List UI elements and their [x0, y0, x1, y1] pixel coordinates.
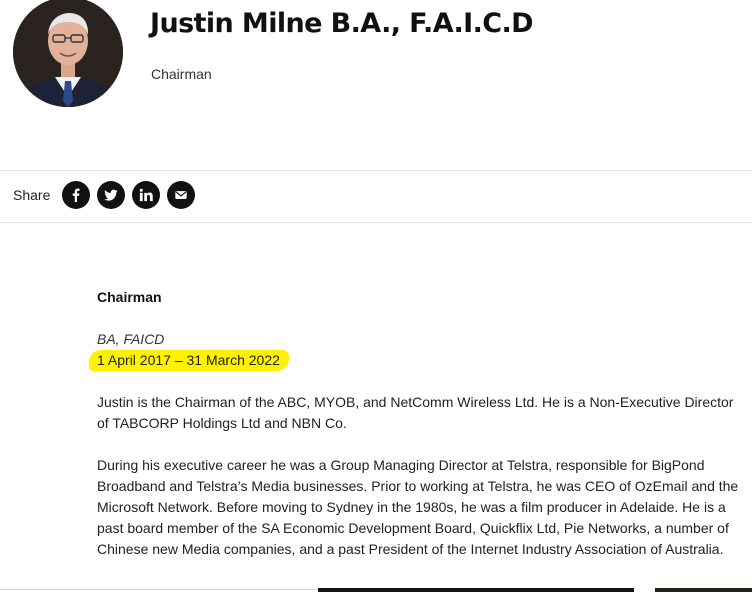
linkedin-icon	[140, 188, 154, 202]
bottom-divider	[0, 589, 318, 590]
portrait-image	[13, 0, 123, 107]
bio-paragraph-1: Justin is the Chairman of the ABC, MYOB,…	[97, 394, 734, 431]
bio-article: Chairman BA, FAICD 1 April 2017 – 31 Mar…	[89, 287, 742, 560]
bio-heading: Chairman	[97, 289, 162, 305]
avatar	[13, 0, 123, 107]
tenure-line: 1 April 2017 – 31 March 2022	[89, 350, 742, 371]
twitter-icon	[104, 189, 118, 201]
credentials: BA, FAICD	[97, 331, 165, 347]
share-facebook-button[interactable]	[62, 181, 91, 209]
tenure-highlight: 1 April 2017 – 31 March 2022	[89, 350, 289, 371]
share-twitter-button[interactable]	[97, 181, 126, 209]
email-icon	[175, 191, 188, 199]
share-linkedin-button[interactable]	[132, 181, 161, 209]
bio-paragraph-2: During his executive career he was a Gro…	[97, 457, 739, 557]
media-thumbnail	[655, 588, 752, 592]
divider-bottom	[0, 222, 752, 223]
share-label: Share	[13, 187, 51, 203]
share-bar: Share	[13, 181, 202, 209]
profile-role: Chairman	[151, 66, 212, 82]
profile-name: Justin Milne B.A., F.A.I.C.D	[150, 8, 534, 39]
share-email-button[interactable]	[167, 181, 196, 209]
facebook-icon	[73, 188, 80, 202]
divider-top	[0, 170, 752, 171]
media-thumbnail	[318, 588, 634, 592]
